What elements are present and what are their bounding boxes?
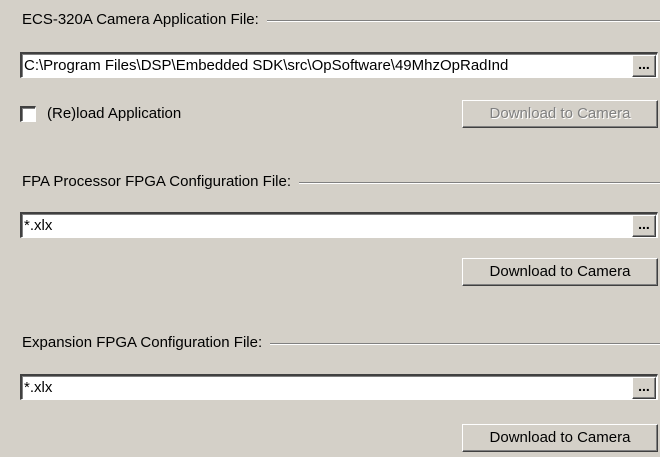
application-file-path-field[interactable]: C:\Program Files\DSP\Embedded SDK\src\Op…: [20, 52, 658, 78]
download-expansion-config-button[interactable]: Download to Camera: [462, 424, 658, 452]
group-divider: [270, 343, 660, 345]
browse-button[interactable]: ...: [632, 215, 656, 237]
download-fpa-config-button[interactable]: Download to Camera: [462, 258, 658, 286]
file-path-value[interactable]: *.xlx: [24, 378, 631, 398]
reload-application-checkbox[interactable]: [20, 106, 36, 122]
group-divider: [299, 182, 660, 184]
browse-button[interactable]: ...: [632, 377, 656, 399]
file-path-value[interactable]: C:\Program Files\DSP\Embedded SDK\src\Op…: [24, 56, 631, 76]
reload-application-label[interactable]: (Re)load Application: [47, 104, 181, 124]
group-label: Expansion FPGA Configuration File:: [22, 333, 269, 353]
group-divider: [267, 20, 660, 22]
browse-button[interactable]: ...: [632, 55, 656, 77]
group-label: FPA Processor FPGA Configuration File:: [22, 172, 297, 192]
group-label: ECS-320A Camera Application File:: [22, 10, 265, 30]
expansion-config-file-path-field[interactable]: *.xlx ...: [20, 374, 658, 400]
download-application-button[interactable]: Download to Camera: [462, 100, 658, 128]
fpa-config-file-path-field[interactable]: *.xlx ...: [20, 212, 658, 238]
file-path-value[interactable]: *.xlx: [24, 216, 631, 236]
